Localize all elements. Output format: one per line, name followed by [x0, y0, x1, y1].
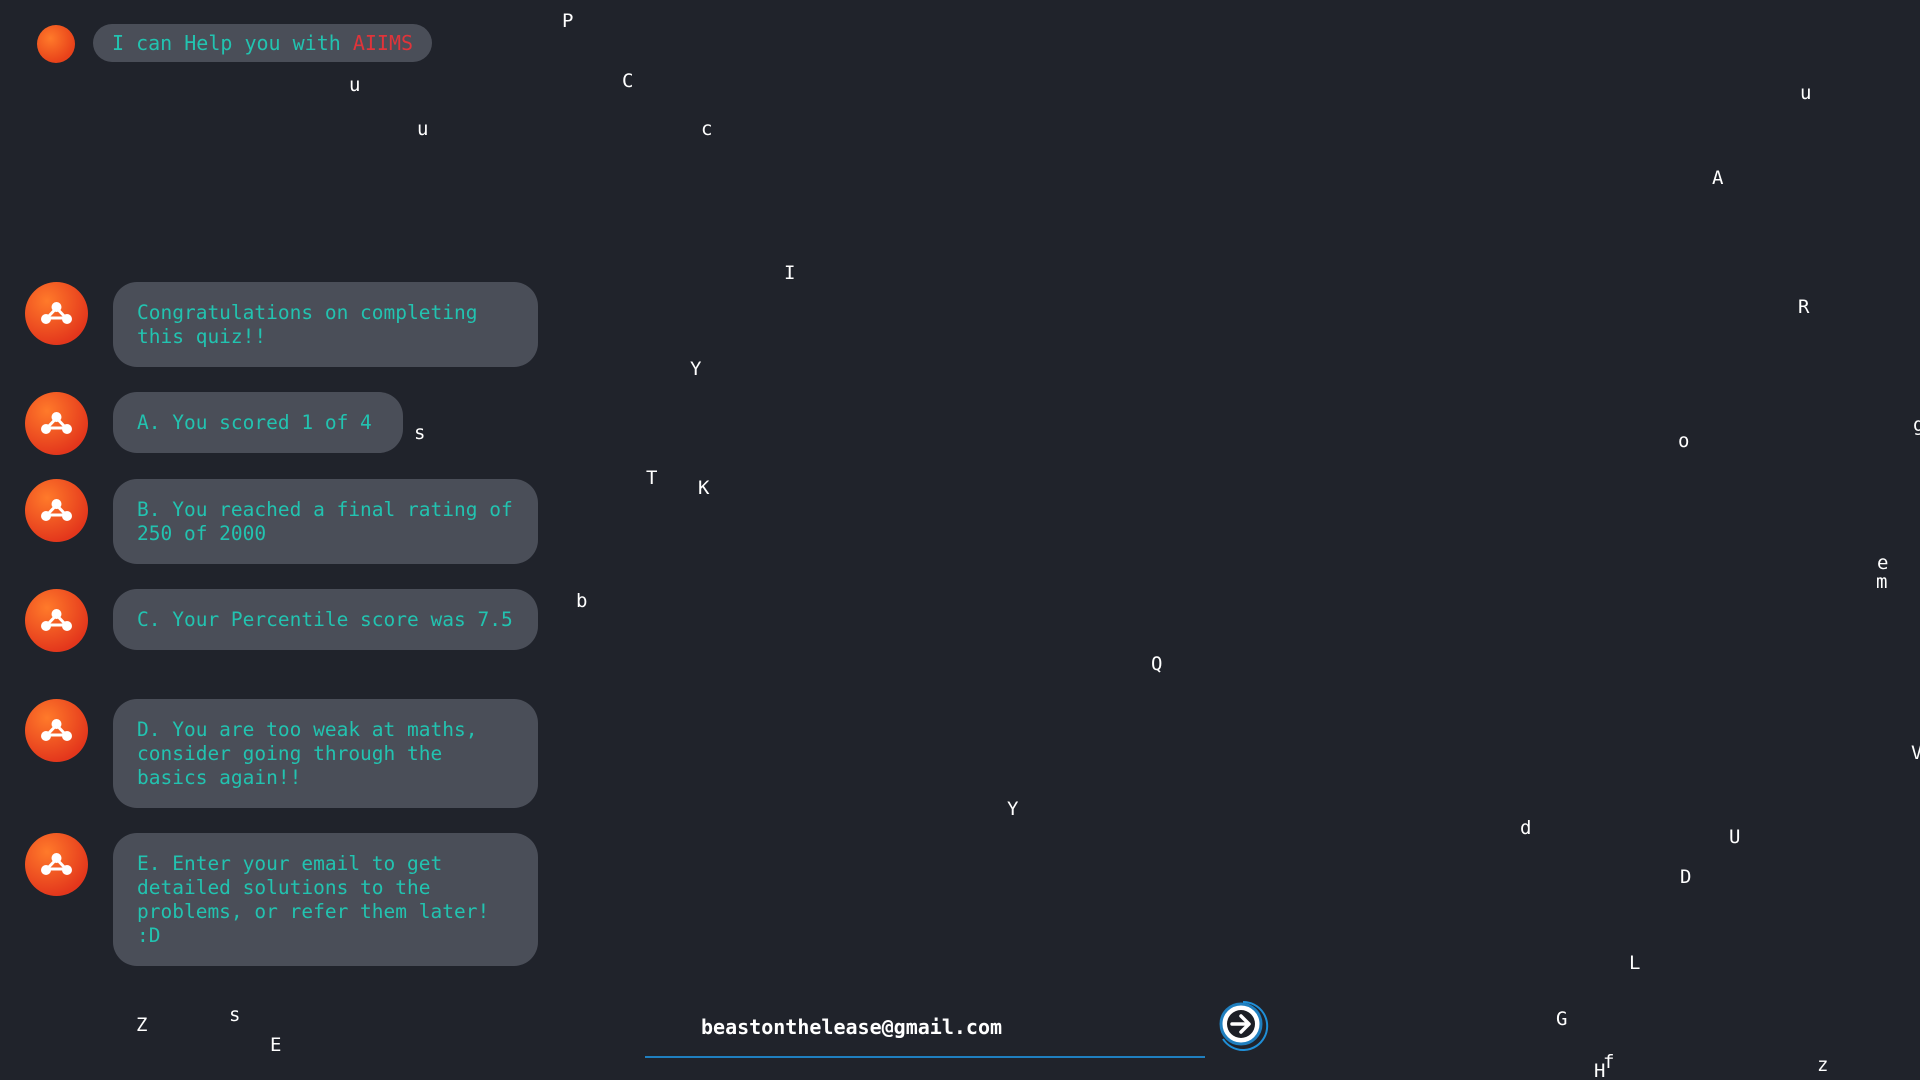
floating-letter: u: [349, 74, 361, 96]
floating-letter: U: [1729, 826, 1741, 848]
header-tagline: I can Help you with AIIMS: [93, 24, 433, 62]
floating-letter: u: [1800, 82, 1812, 104]
floating-letter: Q: [1151, 653, 1163, 675]
floating-letter: V: [1911, 742, 1920, 764]
chat-bubble: B. You reached a final rating of 250 of …: [113, 479, 538, 564]
send-button[interactable]: [1217, 1000, 1269, 1052]
floating-letter: c: [701, 118, 713, 140]
floating-letter: u: [417, 118, 429, 140]
floating-letter: T: [646, 467, 658, 489]
bot-avatar: [25, 699, 88, 762]
chat-bubble: E. Enter your email to get detailed solu…: [113, 833, 538, 966]
network-nodes-icon: [41, 302, 72, 324]
bot-avatar: [25, 589, 88, 652]
floating-letter: G: [1556, 1008, 1568, 1030]
floating-letter: C: [622, 70, 634, 92]
floating-letter: g: [1913, 414, 1920, 436]
floating-letter: Z: [136, 1014, 148, 1036]
chat-bubble: Congratulations on completing this quiz!…: [113, 282, 538, 367]
email-field-container: [645, 1000, 1205, 1058]
arrow-right-circle-icon: [1219, 1000, 1269, 1051]
floating-letter: I: [784, 262, 796, 284]
assistant-status-dot: [37, 25, 75, 63]
floating-letter: b: [576, 590, 588, 612]
chat-bubble: C. Your Percentile score was 7.5: [113, 589, 538, 650]
bot-avatar: [25, 282, 88, 345]
network-nodes-icon: [41, 499, 72, 521]
floating-letter: m: [1876, 571, 1888, 593]
floating-letter: D: [1680, 866, 1692, 888]
floating-letter: L: [1629, 952, 1641, 974]
bot-avatar: [25, 392, 88, 455]
email-input[interactable]: [701, 1012, 1181, 1042]
floating-letter: K: [698, 477, 710, 499]
floating-letter: s: [414, 422, 426, 444]
floating-letter: Y: [1007, 798, 1019, 820]
chat-bubble: A. You scored 1 of 4: [113, 392, 403, 453]
network-nodes-icon: [41, 719, 72, 741]
chat-bubble: D. You are too weak at maths, consider g…: [113, 699, 538, 808]
floating-letter: R: [1798, 296, 1810, 318]
bot-avatar: [25, 479, 88, 542]
floating-letter: A: [1712, 167, 1724, 189]
network-nodes-icon: [41, 412, 72, 434]
floating-letter: Y: [690, 358, 702, 380]
chat-app: I can Help you with AIIMS Congratulation…: [0, 0, 1920, 1080]
floating-letter: E: [270, 1034, 282, 1056]
floating-letter: s: [229, 1004, 241, 1026]
header-tagline-highlight: AIIMS: [352, 31, 414, 55]
network-nodes-icon: [41, 609, 72, 631]
floating-letter: z: [1817, 1054, 1829, 1076]
floating-letter: d: [1520, 817, 1532, 839]
network-nodes-icon: [41, 853, 72, 875]
floating-letter: P: [562, 10, 574, 32]
floating-letter: H: [1594, 1060, 1606, 1080]
header-tagline-text: I can Help you with: [112, 31, 353, 55]
bot-avatar: [25, 833, 88, 896]
floating-letter: o: [1678, 430, 1690, 452]
